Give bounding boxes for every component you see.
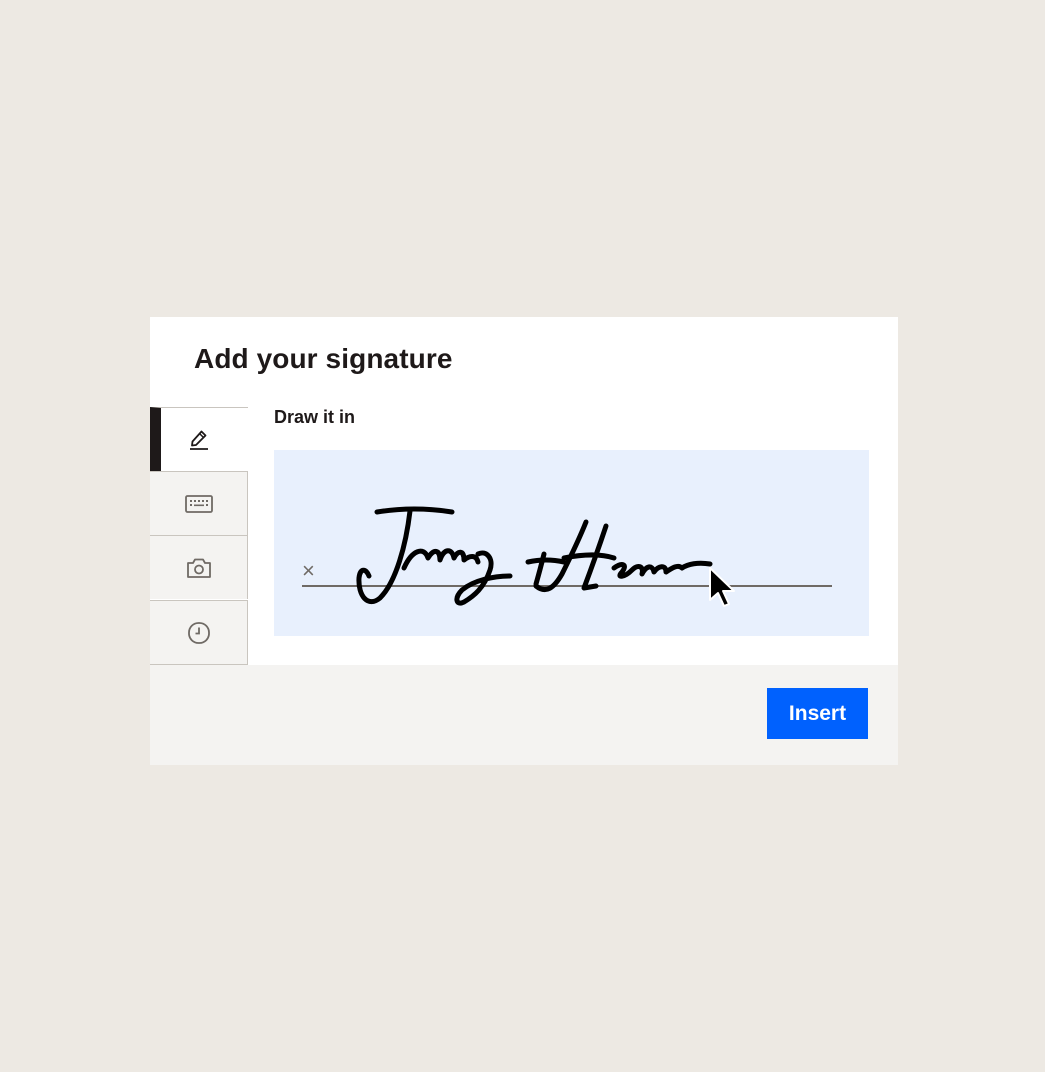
drawn-signature xyxy=(356,506,713,606)
insert-button[interactable]: Insert xyxy=(767,688,868,739)
signature-pad[interactable]: × xyxy=(274,450,869,636)
section-label: Draw it in xyxy=(274,407,356,427)
dialog-title: Add your signature xyxy=(194,343,453,374)
camera-icon xyxy=(186,556,212,580)
tab-draw[interactable] xyxy=(150,407,248,471)
tab-recent[interactable] xyxy=(150,600,248,665)
dialog-footer: Insert xyxy=(150,665,898,765)
tab-type[interactable] xyxy=(150,471,248,535)
pencil-icon xyxy=(187,428,211,452)
signature-method-tabs xyxy=(150,407,249,665)
keyboard-icon xyxy=(184,494,213,514)
tab-upload[interactable] xyxy=(150,535,248,599)
signature-dialog: Add your signature Draw it in × Insert xyxy=(150,317,898,765)
mouse-cursor xyxy=(709,567,735,607)
clock-icon xyxy=(187,621,211,645)
